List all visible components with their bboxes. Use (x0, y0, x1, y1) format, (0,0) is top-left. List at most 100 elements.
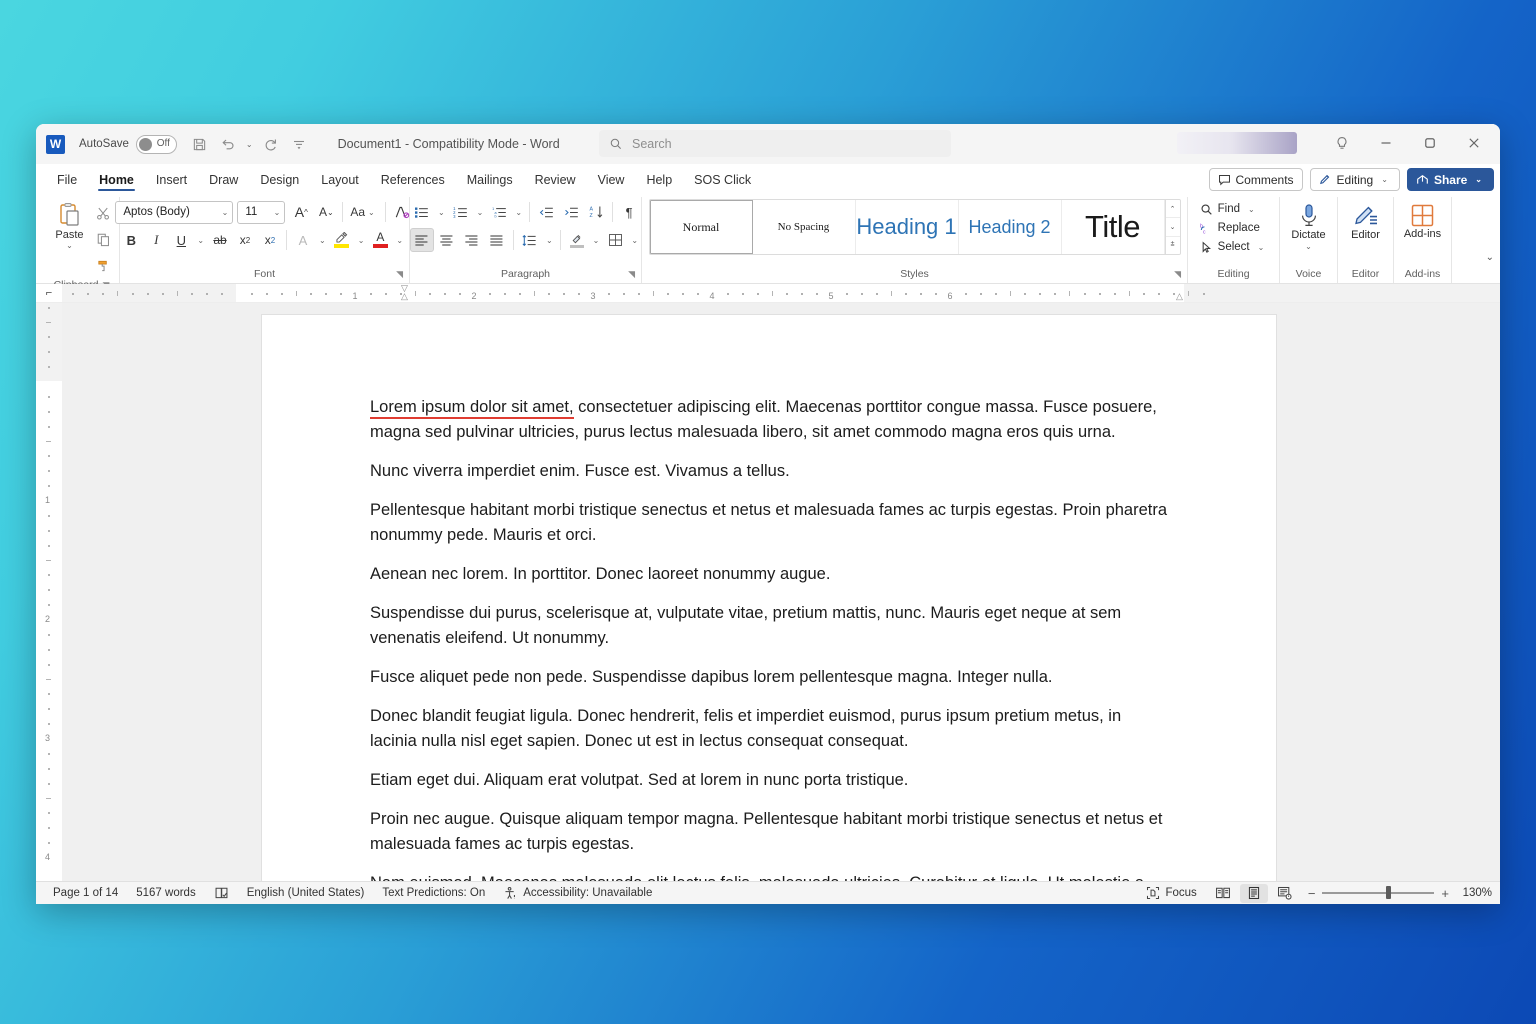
shading-icon[interactable] (565, 228, 589, 252)
read-mode-icon[interactable] (1209, 884, 1237, 903)
tab-home[interactable]: Home (88, 170, 145, 193)
underline-button[interactable]: U (169, 228, 193, 252)
align-right-icon[interactable] (460, 228, 484, 252)
select-button[interactable]: Select ⌄ (1196, 238, 1272, 256)
zoom-slider[interactable]: − + (1308, 886, 1449, 901)
add-ins-button[interactable]: Add-ins (1396, 200, 1450, 256)
styles-gallery-scrollbar[interactable]: ⌃ ⌄ ⩲ (1164, 200, 1180, 254)
paste-button[interactable]: Paste ⌄ (48, 200, 92, 250)
style-title[interactable]: Title (1061, 200, 1165, 254)
text-highlight-color-icon[interactable] (330, 228, 354, 252)
editing-mode-button[interactable]: Editing ⌄ (1309, 168, 1400, 191)
shrink-font-icon[interactable]: A ⌄ (314, 200, 338, 224)
restore-icon[interactable] (1408, 128, 1452, 158)
justify-icon[interactable] (485, 228, 509, 252)
zoom-slider-thumb[interactable] (1386, 886, 1392, 900)
text-predictions-status[interactable]: Text Predictions: On (373, 884, 494, 903)
line-spacing-icon[interactable] (518, 228, 542, 252)
zoom-slider-track[interactable] (1322, 886, 1435, 900)
strikethrough-icon[interactable]: ab (208, 228, 232, 252)
save-icon[interactable] (187, 131, 213, 157)
font-color-caret[interactable]: ⌄ (393, 236, 406, 245)
horizontal-ruler-track[interactable]: 123456 ▽ △ △ (62, 283, 1500, 302)
tab-view[interactable]: View (587, 170, 636, 193)
superscript-button[interactable]: x2 (258, 228, 282, 252)
dictate-button[interactable]: Dictate ⌄ (1282, 200, 1336, 256)
change-case-caret[interactable]: ⌄ (365, 208, 378, 217)
copy-icon[interactable] (92, 227, 116, 251)
language-status[interactable]: English (United States) (238, 884, 374, 903)
editing-dropdown-caret[interactable]: ⌄ (1378, 175, 1391, 184)
font-name-caret[interactable]: ⌄ (222, 208, 229, 217)
editor-button[interactable]: Editor (1339, 200, 1393, 256)
search-input[interactable]: Search (599, 130, 951, 157)
close-icon[interactable] (1452, 128, 1496, 158)
paragraph-dialog-launcher[interactable]: ◥ (628, 266, 635, 283)
style-heading-1[interactable]: Heading 1 (855, 200, 959, 254)
web-layout-icon[interactable] (1271, 884, 1299, 903)
undo-dropdown-caret[interactable]: ⌄ (243, 140, 256, 149)
font-size-caret[interactable]: ⌄ (274, 208, 281, 217)
tab-sos-click[interactable]: SOS Click (683, 170, 762, 193)
bullets-icon[interactable] (410, 200, 434, 224)
font-size-combo[interactable]: 11 ⌄ (237, 200, 286, 224)
page-number-status[interactable]: Page 1 of 14 (44, 884, 127, 903)
share-button[interactable]: Share ⌄ (1406, 168, 1494, 191)
italic-button[interactable]: I (144, 228, 168, 252)
style-no-spacing[interactable]: No Spacing (752, 200, 856, 254)
find-dropdown-caret[interactable]: ⌄ (1245, 205, 1258, 214)
vertical-ruler[interactable]: 1 2 3 4 (36, 303, 62, 881)
tab-mailings[interactable]: Mailings (456, 170, 524, 193)
tab-review[interactable]: Review (524, 170, 587, 193)
paragraph-4[interactable]: Aenean nec lorem. In porttitor. Donec la… (370, 562, 1168, 587)
shading-caret[interactable]: ⌄ (590, 236, 603, 245)
styles-scroll-down-icon[interactable]: ⌄ (1165, 218, 1180, 237)
paragraph-5[interactable]: Suspendisse dui purus, scelerisque at, v… (370, 601, 1168, 651)
dictate-dropdown-caret[interactable]: ⌄ (1302, 242, 1315, 251)
tab-insert[interactable]: Insert (145, 170, 198, 193)
underline-dropdown-caret[interactable]: ⌄ (194, 236, 207, 245)
print-layout-icon[interactable] (1239, 883, 1268, 903)
multilevel-caret[interactable]: ⌄ (512, 208, 525, 217)
right-indent-marker[interactable]: △ (1176, 291, 1183, 302)
replace-button[interactable]: b c Replace (1196, 219, 1272, 237)
tab-stop-left-icon[interactable]: ⌐ (36, 284, 62, 302)
show-formatting-marks-button[interactable]: ¶ (617, 200, 641, 224)
text-effects-caret[interactable]: ⌄ (316, 236, 329, 245)
borders-caret[interactable]: ⌄ (628, 236, 641, 245)
increase-indent-icon[interactable] (559, 200, 583, 224)
lightbulb-help-icon[interactable] (1320, 128, 1364, 158)
align-center-icon[interactable] (435, 228, 459, 252)
tab-file[interactable]: File (46, 170, 88, 193)
change-case-icon[interactable]: Aa ⌄ (347, 200, 380, 224)
focus-mode-button[interactable]: Focus (1137, 884, 1205, 903)
paragraph-7[interactable]: Donec blandit feugiat ligula. Donec hend… (370, 704, 1168, 754)
horizontal-ruler[interactable]: ⌐ 123456 ▽ △ △ (36, 283, 1500, 303)
tab-layout[interactable]: Layout (310, 170, 370, 193)
paragraph-8[interactable]: Etiam eget dui. Aliquam erat volutpat. S… (370, 768, 1168, 793)
text-effects-icon[interactable]: A (291, 228, 315, 252)
paste-dropdown-caret[interactable]: ⌄ (63, 241, 76, 250)
autosave-toggle[interactable]: Off (135, 134, 177, 154)
tab-references[interactable]: References (370, 170, 456, 193)
account-info-pill[interactable] (1177, 132, 1297, 154)
numbering-caret[interactable]: ⌄ (474, 208, 487, 217)
bullets-caret[interactable]: ⌄ (435, 208, 448, 217)
share-dropdown-caret[interactable]: ⌄ (1472, 175, 1485, 184)
left-indent-marker[interactable]: △ (401, 291, 408, 302)
bold-button[interactable]: B (119, 228, 143, 252)
sort-icon[interactable]: A Z (584, 200, 608, 224)
borders-icon[interactable] (603, 228, 627, 252)
styles-more-icon[interactable]: ⩲ (1166, 237, 1180, 254)
document-canvas[interactable]: Lorem ipsum dolor sit amet, consectetuer… (62, 303, 1500, 881)
comments-button[interactable]: Comments (1208, 168, 1303, 191)
undo-icon[interactable] (215, 131, 241, 157)
customize-quick-access-toolbar-icon[interactable] (286, 131, 312, 157)
decrease-indent-icon[interactable] (534, 200, 558, 224)
paragraph-10[interactable]: Nam euismod. Maecenas malesuada elit lec… (370, 871, 1168, 881)
align-left-icon[interactable] (409, 228, 434, 252)
minimize-icon[interactable] (1364, 128, 1408, 158)
font-color-icon[interactable]: A (368, 228, 392, 252)
scissors-cut-icon[interactable] (92, 201, 116, 225)
tab-draw[interactable]: Draw (198, 170, 249, 193)
